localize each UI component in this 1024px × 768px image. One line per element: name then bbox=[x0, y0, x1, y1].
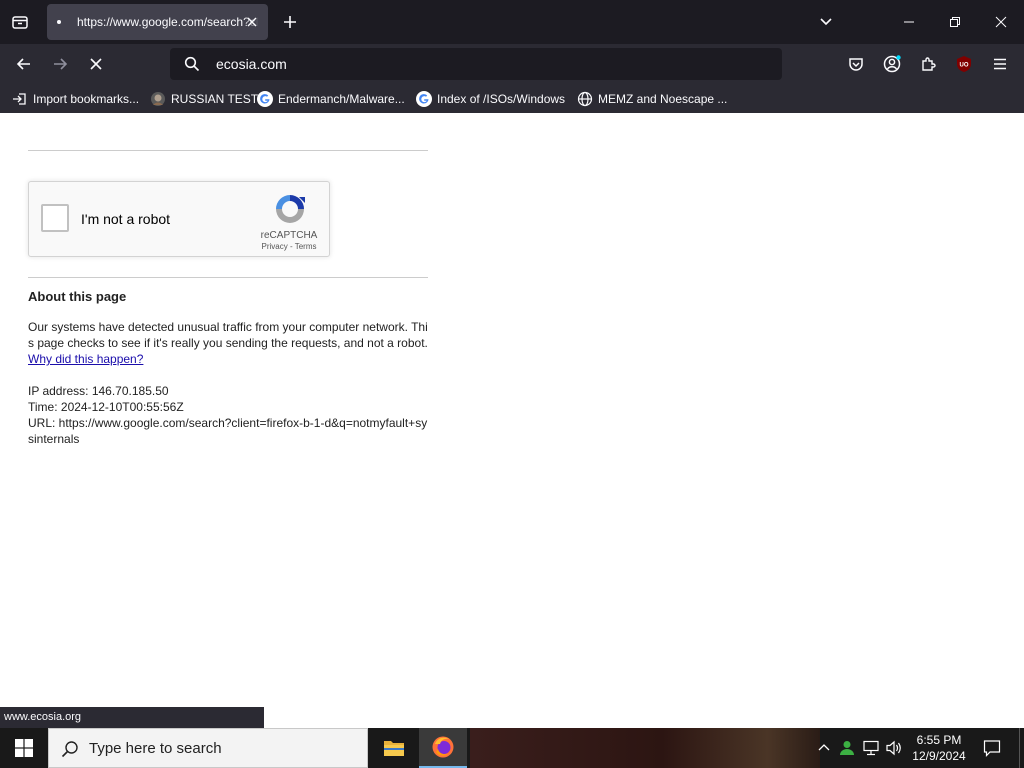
clock-time: 6:55 PM bbox=[916, 733, 962, 747]
windows-logo-icon bbox=[15, 739, 33, 757]
tab-google-search[interactable]: https://www.google.com/search?client=fir… bbox=[47, 4, 268, 40]
forward-button[interactable] bbox=[46, 50, 74, 78]
taskbar-file-explorer[interactable] bbox=[370, 728, 418, 768]
svg-text:UO: UO bbox=[960, 63, 969, 69]
start-button[interactable] bbox=[0, 728, 48, 768]
ip-address-line: IP address: 146.70.185.50 bbox=[28, 384, 169, 398]
taskbar-search-box[interactable]: Type here to search bbox=[48, 728, 368, 768]
taskbar-search-placeholder: Type here to search bbox=[89, 740, 222, 757]
back-button[interactable] bbox=[10, 50, 38, 78]
restore-icon bbox=[950, 17, 960, 27]
recaptcha-brand: reCAPTCHA bbox=[260, 230, 318, 241]
tray-user-status[interactable] bbox=[837, 738, 857, 758]
captcha-checkbox[interactable] bbox=[41, 204, 69, 232]
google-icon bbox=[257, 91, 273, 107]
url-line: URL: https://www.google.com/search?clien… bbox=[28, 416, 428, 446]
close-icon bbox=[995, 16, 1007, 28]
new-tab-button[interactable] bbox=[276, 8, 304, 36]
taskbar-firefox[interactable] bbox=[419, 728, 467, 768]
tab-overflow-button[interactable] bbox=[812, 8, 840, 36]
list-all-tabs-button[interactable] bbox=[0, 0, 40, 44]
captcha-label: I'm not a robot bbox=[81, 211, 171, 227]
app-menu-button[interactable] bbox=[986, 50, 1014, 78]
show-hidden-icons-button[interactable] bbox=[814, 738, 834, 758]
bookmark-russian-test[interactable]: RUSSIAN TEST bbox=[150, 89, 258, 109]
favicon-icon bbox=[150, 91, 166, 107]
network-icon bbox=[863, 740, 879, 756]
bookmark-label: Import bookmarks... bbox=[33, 92, 140, 106]
taskbar-wallpaper-strip bbox=[470, 728, 820, 768]
stop-icon bbox=[90, 58, 102, 70]
plus-icon bbox=[284, 16, 296, 28]
ublock-origin-icon: UO bbox=[957, 56, 971, 72]
restore-button[interactable] bbox=[932, 0, 978, 44]
minimize-icon bbox=[904, 21, 914, 23]
extensions-button[interactable] bbox=[914, 50, 942, 78]
globe-icon bbox=[577, 91, 593, 107]
close-icon bbox=[247, 17, 257, 27]
stop-button[interactable] bbox=[82, 50, 110, 78]
bookmark-endermanch-malware[interactable]: Endermanch/Malware... bbox=[257, 89, 405, 109]
chevron-up-icon bbox=[818, 744, 830, 751]
status-url-tooltip: www.ecosia.org bbox=[0, 707, 264, 728]
account-icon bbox=[883, 55, 901, 73]
tab-loading-dot bbox=[57, 20, 61, 24]
folder-icon bbox=[384, 741, 404, 756]
tab-close-button[interactable] bbox=[243, 13, 261, 31]
bookmarks-toolbar: Import bookmarks... RUSSIAN TEST Enderma… bbox=[0, 84, 1024, 113]
tab-list-icon bbox=[12, 16, 28, 29]
arrow-right-icon bbox=[54, 58, 68, 70]
arrow-left-icon bbox=[16, 58, 30, 70]
address-bar[interactable] bbox=[170, 48, 782, 80]
recaptcha-logo-icon bbox=[276, 195, 305, 223]
minimize-button[interactable] bbox=[886, 0, 932, 44]
bookmark-label: MEMZ and Noescape ... bbox=[598, 92, 728, 106]
recaptcha-widget: I'm not a robot reCAPTCHA Privacy - Term… bbox=[28, 181, 330, 257]
time-line: Time: 2024-12-10T00:55:56Z bbox=[28, 400, 184, 414]
import-icon bbox=[12, 91, 28, 107]
ublock-origin-button[interactable]: UO bbox=[950, 50, 978, 78]
google-icon bbox=[416, 91, 432, 107]
bookmark-import[interactable]: Import bookmarks... bbox=[12, 89, 139, 109]
tray-network[interactable] bbox=[861, 738, 881, 758]
clock-date: 12/9/2024 bbox=[912, 749, 966, 763]
url-input[interactable] bbox=[216, 48, 766, 80]
puzzle-icon bbox=[922, 57, 936, 71]
about-heading: About this page bbox=[28, 289, 127, 304]
notification-icon bbox=[983, 740, 1001, 757]
account-button[interactable] bbox=[878, 50, 906, 78]
divider bbox=[28, 277, 428, 278]
divider bbox=[28, 150, 428, 151]
bookmark-label: Endermanch/Malware... bbox=[278, 92, 405, 106]
page-content: I'm not a robot reCAPTCHA Privacy - Term… bbox=[0, 113, 1024, 728]
firefox-icon bbox=[432, 736, 454, 758]
show-desktop-button[interactable] bbox=[1019, 728, 1024, 768]
recaptcha-privacy-terms-links[interactable]: Privacy - Terms bbox=[251, 242, 327, 251]
tab-title: https://www.google.com/search?client=fir… bbox=[77, 15, 259, 29]
pocket-button[interactable] bbox=[842, 50, 870, 78]
about-paragraph: Our systems have detected unusual traffi… bbox=[28, 319, 428, 367]
about-text: Our systems have detected unusual traffi… bbox=[28, 320, 428, 350]
windows-taskbar: Type here to search 6:55 PM 12/9/2024 bbox=[0, 728, 1024, 768]
bookmark-label: RUSSIAN TEST bbox=[171, 92, 259, 106]
pocket-icon bbox=[849, 58, 863, 71]
taskbar-clock[interactable]: 6:55 PM 12/9/2024 bbox=[900, 732, 978, 764]
chevron-down-icon bbox=[820, 18, 832, 26]
window-close-button[interactable] bbox=[978, 0, 1024, 44]
hamburger-menu-icon bbox=[994, 58, 1006, 70]
why-did-this-happen-link[interactable]: Why did this happen? bbox=[28, 352, 143, 366]
navigation-toolbar: UO bbox=[0, 44, 1024, 84]
action-center-button[interactable] bbox=[976, 728, 1008, 768]
tab-strip: https://www.google.com/search?client=fir… bbox=[0, 0, 1024, 44]
bookmark-index-of-isos-windows[interactable]: Index of /ISOs/Windows bbox=[416, 89, 565, 109]
search-icon bbox=[184, 56, 200, 72]
user-status-icon bbox=[840, 741, 854, 755]
bookmark-label: Index of /ISOs/Windows bbox=[437, 92, 566, 106]
search-icon bbox=[61, 741, 78, 758]
bookmark-memz-and-noescape[interactable]: MEMZ and Noescape ... bbox=[577, 89, 727, 109]
